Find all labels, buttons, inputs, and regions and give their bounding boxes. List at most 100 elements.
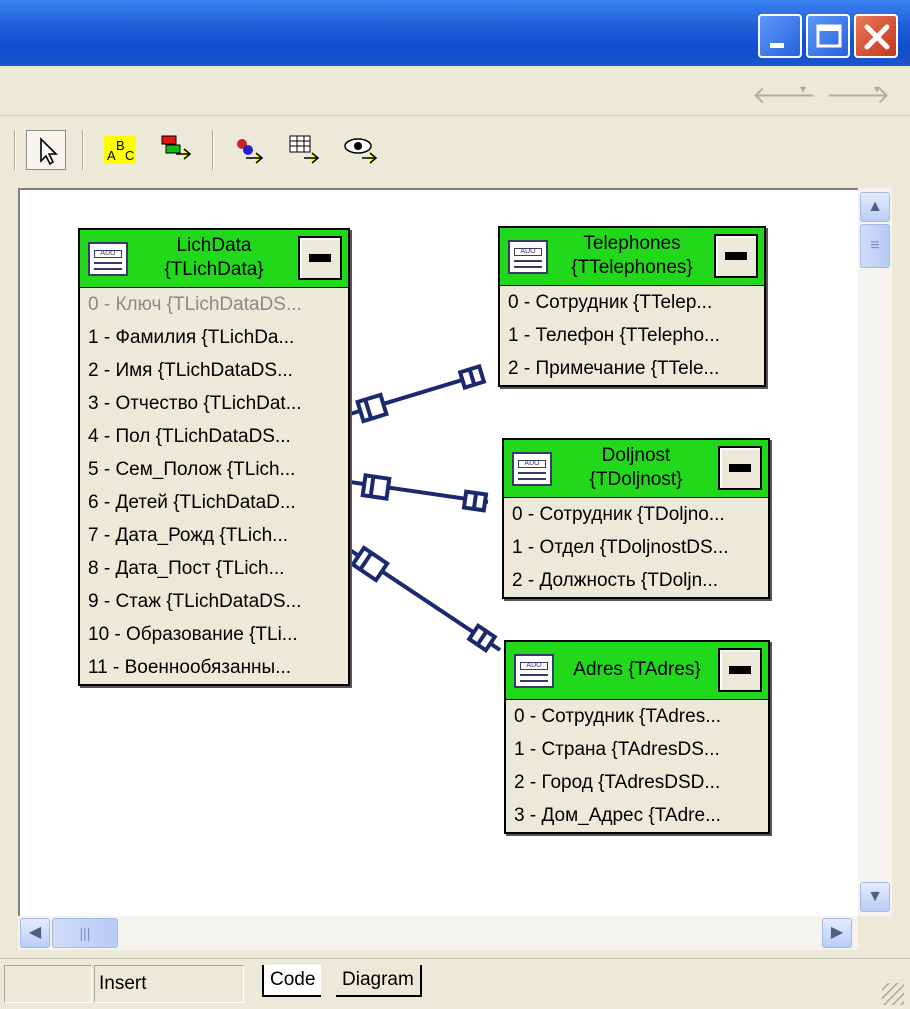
status-mode: Insert — [94, 965, 244, 1003]
pointer-tool-button[interactable] — [26, 130, 66, 170]
field-row[interactable]: 3 - Отчество {TLichDat... — [80, 387, 348, 420]
field-row[interactable]: 2 - Имя {TLichDataDS... — [80, 354, 348, 387]
vertical-scrollbar[interactable]: ▲ ≡ ▼ — [858, 188, 892, 916]
table-icon: ADO — [514, 654, 554, 688]
link-connector-icon — [355, 392, 389, 424]
field-row[interactable]: 4 - Пол {TLichDataDS... — [80, 420, 348, 453]
field-row[interactable]: 1 - Фамилия {TLichDa... — [80, 321, 348, 354]
field-row[interactable]: 11 - Военнообязанны... — [80, 651, 348, 684]
table-icon: ADO — [512, 452, 552, 486]
toolbar-grip — [14, 130, 16, 170]
tab-code[interactable]: Code — [262, 965, 322, 997]
link-connector-icon — [350, 545, 390, 583]
abc-property-icon: ABC — [104, 136, 136, 164]
diagram-toolbar: ABC — [0, 116, 910, 186]
table-name: Doljnost — [601, 445, 671, 466]
scroll-up-icon[interactable]: ▲ — [860, 192, 890, 222]
table-header[interactable]: ADO Telephones {TTelephones} — [500, 228, 764, 286]
table-name: Adres {TAdres} — [573, 659, 701, 680]
link-connector-icon — [466, 622, 498, 654]
link-connector-icon — [461, 489, 489, 513]
field-row[interactable]: 6 - Детей {TLichDataD... — [80, 486, 348, 519]
grid-view-button[interactable] — [284, 130, 324, 170]
window-title-bar — [0, 0, 910, 66]
property-text-button[interactable]: ABC — [100, 130, 140, 170]
table-header[interactable]: ADO LichData {TLichData} — [80, 230, 348, 288]
horizontal-scrollbar[interactable]: ◀ ||| ▶ — [18, 916, 858, 950]
field-row[interactable]: 0 - Сотрудник {TAdres... — [506, 700, 768, 733]
collapse-button[interactable] — [718, 446, 762, 490]
svg-text:C: C — [125, 148, 134, 163]
close-button[interactable] — [854, 14, 898, 58]
table-class: {TDoljnost} — [589, 469, 683, 490]
table-doljnost[interactable]: ADO Doljnost {TDoljnost} 0 - Сотрудник {… — [502, 438, 770, 599]
field-row[interactable]: 9 - Стаж {TLichDataDS... — [80, 585, 348, 618]
table-lichdata[interactable]: ADO LichData {TLichData} 0 - Ключ {TLich… — [78, 228, 350, 686]
svg-text:A: A — [107, 148, 116, 163]
field-row[interactable]: 7 - Дата_Рожд {TLich... — [80, 519, 348, 552]
table-telephones[interactable]: ADO Telephones {TTelephones} 0 - Сотрудн… — [498, 226, 766, 387]
table-class: {TTelephones} — [571, 257, 693, 278]
field-row[interactable]: 1 - Телефон {TTelepho... — [500, 319, 764, 352]
field-row[interactable]: 3 - Дом_Адрес {TAdre... — [506, 799, 768, 832]
toolbar-separator — [212, 130, 214, 170]
table-icon: ADO — [88, 242, 128, 276]
table-name: Telephones — [583, 233, 681, 254]
field-row[interactable]: 2 - Примечание {TTele... — [500, 352, 764, 385]
table-adres[interactable]: ADO Adres {TAdres} 0 - Сотрудник {TAdres… — [504, 640, 770, 834]
preview-button[interactable] — [340, 130, 380, 170]
svg-text:B: B — [116, 138, 125, 153]
add-link-button[interactable] — [228, 130, 268, 170]
table-title: Telephones {TTelephones} — [554, 232, 710, 280]
link-connector-icon — [360, 473, 392, 501]
minimize-button[interactable] — [758, 14, 802, 58]
scroll-left-icon[interactable]: ◀ — [20, 918, 50, 948]
maximize-button[interactable] — [806, 14, 850, 58]
vertical-scroll-thumb[interactable]: ≡ — [860, 224, 890, 268]
collapse-button[interactable] — [298, 236, 342, 280]
field-row[interactable]: 8 - Дата_Пост {TLich... — [80, 552, 348, 585]
add-table-button[interactable] — [156, 130, 196, 170]
add-table-icon — [161, 135, 192, 160]
forward-dropdown-icon[interactable]: ▾ — [874, 82, 880, 96]
table-icon: ADO — [508, 240, 548, 274]
toolbar-separator — [82, 130, 84, 170]
status-bar: Insert Code Diagram — [0, 958, 910, 1009]
back-arrow-icon[interactable]: 🡐 — [752, 80, 816, 110]
grid-icon — [289, 135, 320, 164]
view-eye-icon — [344, 138, 378, 164]
diagram-canvas[interactable]: ADO LichData {TLichData} 0 - Ключ {TLich… — [18, 188, 858, 916]
field-row[interactable]: 2 - Должность {TDoljn... — [504, 564, 768, 597]
field-row[interactable]: 0 - Ключ {TLichDataDS... — [80, 288, 348, 321]
field-row[interactable]: 10 - Образование {TLi... — [80, 618, 348, 651]
field-row[interactable]: 2 - Город {TAdresDSD... — [506, 766, 768, 799]
minimize-icon — [770, 43, 784, 48]
scroll-right-icon[interactable]: ▶ — [822, 918, 852, 948]
back-dropdown-icon[interactable]: ▾ — [800, 82, 806, 96]
table-title: LichData {TLichData} — [136, 234, 292, 282]
table-name: LichData — [176, 235, 252, 256]
navigation-bar: 🡐 ▾ 🡒 ▾ — [0, 66, 910, 116]
close-icon — [864, 24, 890, 50]
table-header[interactable]: ADO Doljnost {TDoljnost} — [504, 440, 768, 498]
table-header[interactable]: ADO Adres {TAdres} — [506, 642, 768, 700]
collapse-button[interactable] — [714, 234, 758, 278]
maximize-icon — [816, 24, 842, 48]
tab-diagram[interactable]: Diagram — [336, 965, 422, 997]
field-row[interactable]: 1 - Страна {TAdresDS... — [506, 733, 768, 766]
resize-grip-icon[interactable] — [882, 983, 904, 1005]
horizontal-scroll-thumb[interactable]: ||| — [52, 918, 118, 948]
field-row[interactable]: 0 - Сотрудник {TDoljno... — [504, 498, 768, 531]
table-title: Doljnost {TDoljnost} — [558, 444, 714, 492]
field-row[interactable]: 5 - Сем_Полож {TLich... — [80, 453, 348, 486]
table-title: Adres {TAdres} — [560, 658, 714, 682]
status-cell-empty — [4, 965, 92, 1003]
field-row[interactable]: 1 - Отдел {TDoljnostDS... — [504, 531, 768, 564]
field-row[interactable]: 0 - Сотрудник {TTelep... — [500, 286, 764, 319]
forward-arrow-icon[interactable]: 🡒 — [826, 80, 890, 110]
link-connector-icon — [457, 363, 487, 391]
add-link-icon — [237, 139, 264, 164]
collapse-button[interactable] — [718, 648, 762, 692]
scroll-down-icon[interactable]: ▼ — [860, 882, 890, 912]
table-class: {TLichData} — [164, 259, 264, 280]
